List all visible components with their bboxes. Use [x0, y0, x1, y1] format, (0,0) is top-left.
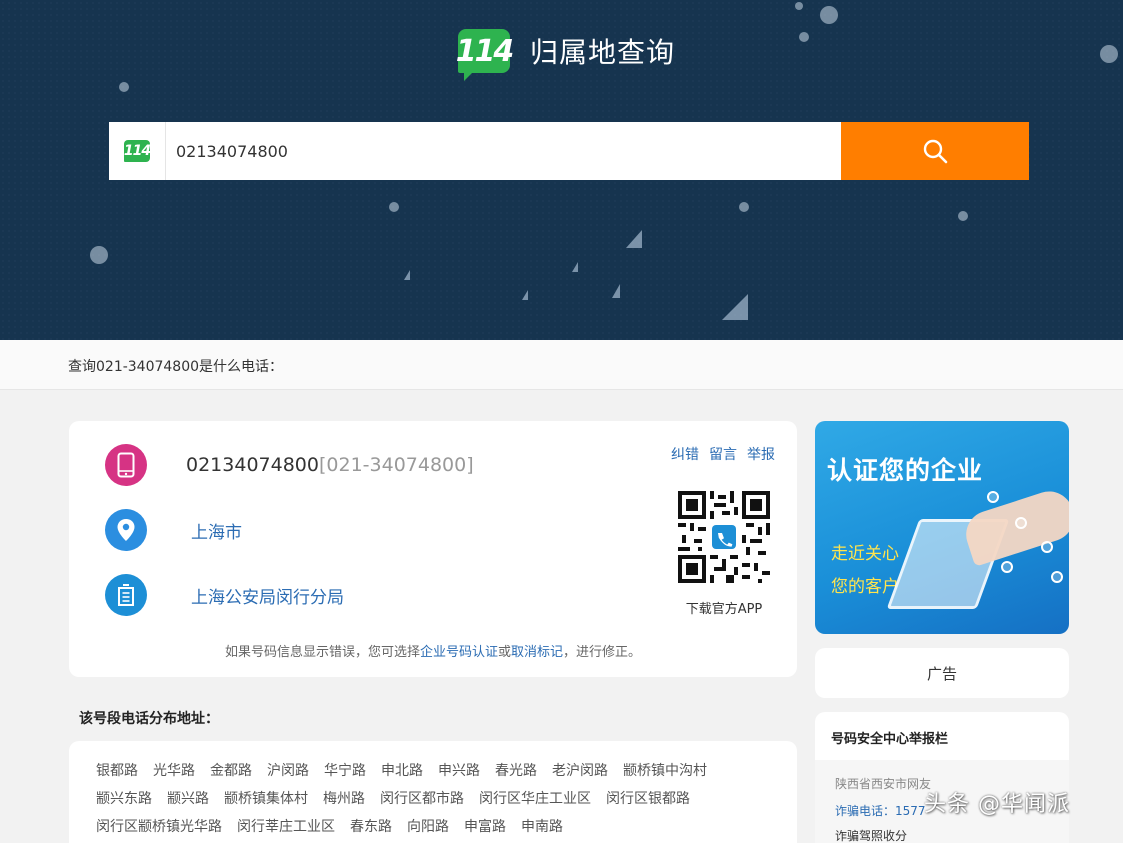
cancel-mark-link[interactable]: 取消标记 — [511, 645, 563, 660]
search-logo: 114 — [109, 122, 166, 180]
breadcrumb: 查询021-34074800是什么电话： — [0, 340, 1123, 390]
road-link[interactable]: 闵行区银都路 — [606, 789, 690, 810]
comment-link[interactable]: 留言 — [709, 444, 737, 464]
query-text: 查询021-34074800是什么电话： — [68, 359, 284, 375]
report-content: 诈骗驾照收分 — [835, 829, 908, 843]
page-title: 归属地查询 — [530, 36, 676, 69]
road-link[interactable]: 梅州路 — [323, 789, 365, 810]
road-link[interactable]: 颛桥镇中沟村 — [623, 761, 707, 782]
decor-shard — [612, 284, 620, 298]
ad-title: 认证您的企业 — [827, 456, 984, 485]
city-link[interactable]: 上海市 — [191, 518, 242, 543]
road-link[interactable]: 向阳路 — [407, 817, 449, 838]
road-link[interactable]: 闵行区华庄工业区 — [479, 789, 591, 810]
header-banner: 114 归属地查询 114 — [0, 0, 1123, 340]
qr-code-icon — [678, 491, 770, 583]
road-link[interactable]: 春光路 — [495, 761, 537, 782]
search-icon — [923, 139, 948, 164]
number-row: 02134074800[021-34074800] — [105, 444, 474, 486]
app-download-label[interactable]: 下载官方APP — [669, 598, 779, 617]
result-card: 02134074800[021-34074800] 上海市 上海公安局闵行分局 … — [69, 421, 797, 677]
road-link[interactable]: 金都路 — [210, 761, 252, 782]
decor-shard — [522, 290, 528, 300]
road-link[interactable]: 华宁路 — [324, 761, 366, 782]
ad-illustration-hand — [959, 485, 1069, 567]
road-link[interactable]: 颛兴路 — [167, 789, 209, 810]
search-button[interactable] — [841, 122, 1029, 180]
phone-icon — [105, 444, 147, 486]
decor-dot — [820, 6, 838, 24]
road-link[interactable]: 老沪闵路 — [552, 761, 608, 782]
ad-node-icon — [1015, 517, 1027, 529]
decor-dot — [795, 2, 803, 10]
road-link[interactable]: 春东路 — [350, 817, 392, 838]
phone-number: 02134074800[021-34074800] — [186, 454, 474, 476]
phone-number-raw: 02134074800 — [186, 454, 319, 476]
ad-node-icon — [1041, 541, 1053, 553]
road-link[interactable]: 闵行莘庄工业区 — [237, 817, 335, 838]
roads-section-title: 该号段电话分布地址： — [79, 711, 219, 727]
report-phone: 诈骗电话：1577 — [835, 804, 926, 818]
logo-114: 114 — [456, 29, 514, 81]
city-row: 上海市 — [105, 509, 242, 551]
report-title: 号码安全中心举报栏 — [831, 732, 949, 747]
decor-dot — [389, 202, 399, 212]
road-link[interactable]: 颛桥镇集体村 — [224, 789, 308, 810]
road-link[interactable]: 申兴路 — [438, 761, 480, 782]
action-links: 纠错 留言 举报 — [671, 444, 775, 464]
road-link[interactable]: 颛兴东路 — [96, 789, 152, 810]
decor-shard — [626, 230, 642, 248]
logo-114-small: 114 — [124, 140, 151, 162]
owner-link[interactable]: 上海公安局闵行分局 — [191, 583, 344, 608]
roads-card: 银都路 光华路 金都路 沪闵路 华宁路 申北路 申兴路 春光路 老沪闵路 颛桥镇中沟村颛兴东路 颛兴… — [69, 741, 797, 843]
location-pin-icon — [105, 509, 147, 551]
decor-dot — [958, 211, 968, 221]
decor-dot — [119, 82, 129, 92]
road-link[interactable]: 闵行区颛桥镇光华路 — [96, 817, 222, 838]
road-link[interactable]: 闵行区都市路 — [380, 789, 464, 810]
ad-line-1: 走近关心 — [831, 544, 899, 564]
watermark: 头条 @华闻派 — [924, 792, 1070, 817]
decor-dot — [90, 246, 108, 264]
road-link[interactable]: 申富路 — [464, 817, 506, 838]
enterprise-auth-link[interactable]: 企业号码认证 — [420, 645, 498, 660]
road-link[interactable]: 申北路 — [381, 761, 423, 782]
road-link[interactable]: 申南路 — [521, 817, 563, 838]
decor-shard — [722, 294, 748, 320]
ad-label: 广告 — [815, 648, 1069, 698]
report-user: 陕西省西安市网友 — [835, 777, 932, 791]
road-link[interactable]: 沪闵路 — [267, 761, 309, 782]
owner-row: 上海公安局闵行分局 — [105, 574, 344, 616]
building-icon — [105, 574, 147, 616]
decor-dot — [1100, 45, 1118, 63]
decor-shard — [572, 262, 578, 272]
report-panel: 号码安全中心举报栏 陕西省西安市网友 诈骗电话：1577 诈骗驾照收分 — [815, 712, 1069, 843]
ad-line-2: 您的客户 — [831, 577, 899, 597]
ad-banner[interactable]: 认证您的企业 走近关心 您的客户 — [815, 421, 1069, 634]
ad-node-icon — [1051, 571, 1063, 583]
ad-node-icon — [1001, 561, 1013, 573]
road-link[interactable]: 光华路 — [153, 761, 195, 782]
brand[interactable]: 114 归属地查询 — [456, 28, 676, 81]
search-bar: 114 — [109, 122, 1029, 180]
search-input[interactable] — [166, 122, 841, 180]
road-link[interactable]: 银都路 — [96, 761, 138, 782]
decor-dot — [739, 202, 749, 212]
correct-link[interactable]: 纠错 — [671, 444, 699, 464]
decor-shard — [404, 270, 410, 280]
decor-dot — [799, 32, 809, 42]
correction-note: 如果号码信息显示错误，您可选择企业号码认证或取消标记，进行修正。 — [224, 645, 642, 660]
phone-number-formatted: [021-34074800] — [318, 454, 474, 476]
report-link[interactable]: 举报 — [747, 444, 775, 464]
roads-list: 银都路 光华路 金都路 沪闵路 华宁路 申北路 申兴路 春光路 老沪闵路 颛桥镇中沟村颛兴东路 颛兴… — [96, 761, 776, 838]
ad-node-icon — [987, 491, 999, 503]
